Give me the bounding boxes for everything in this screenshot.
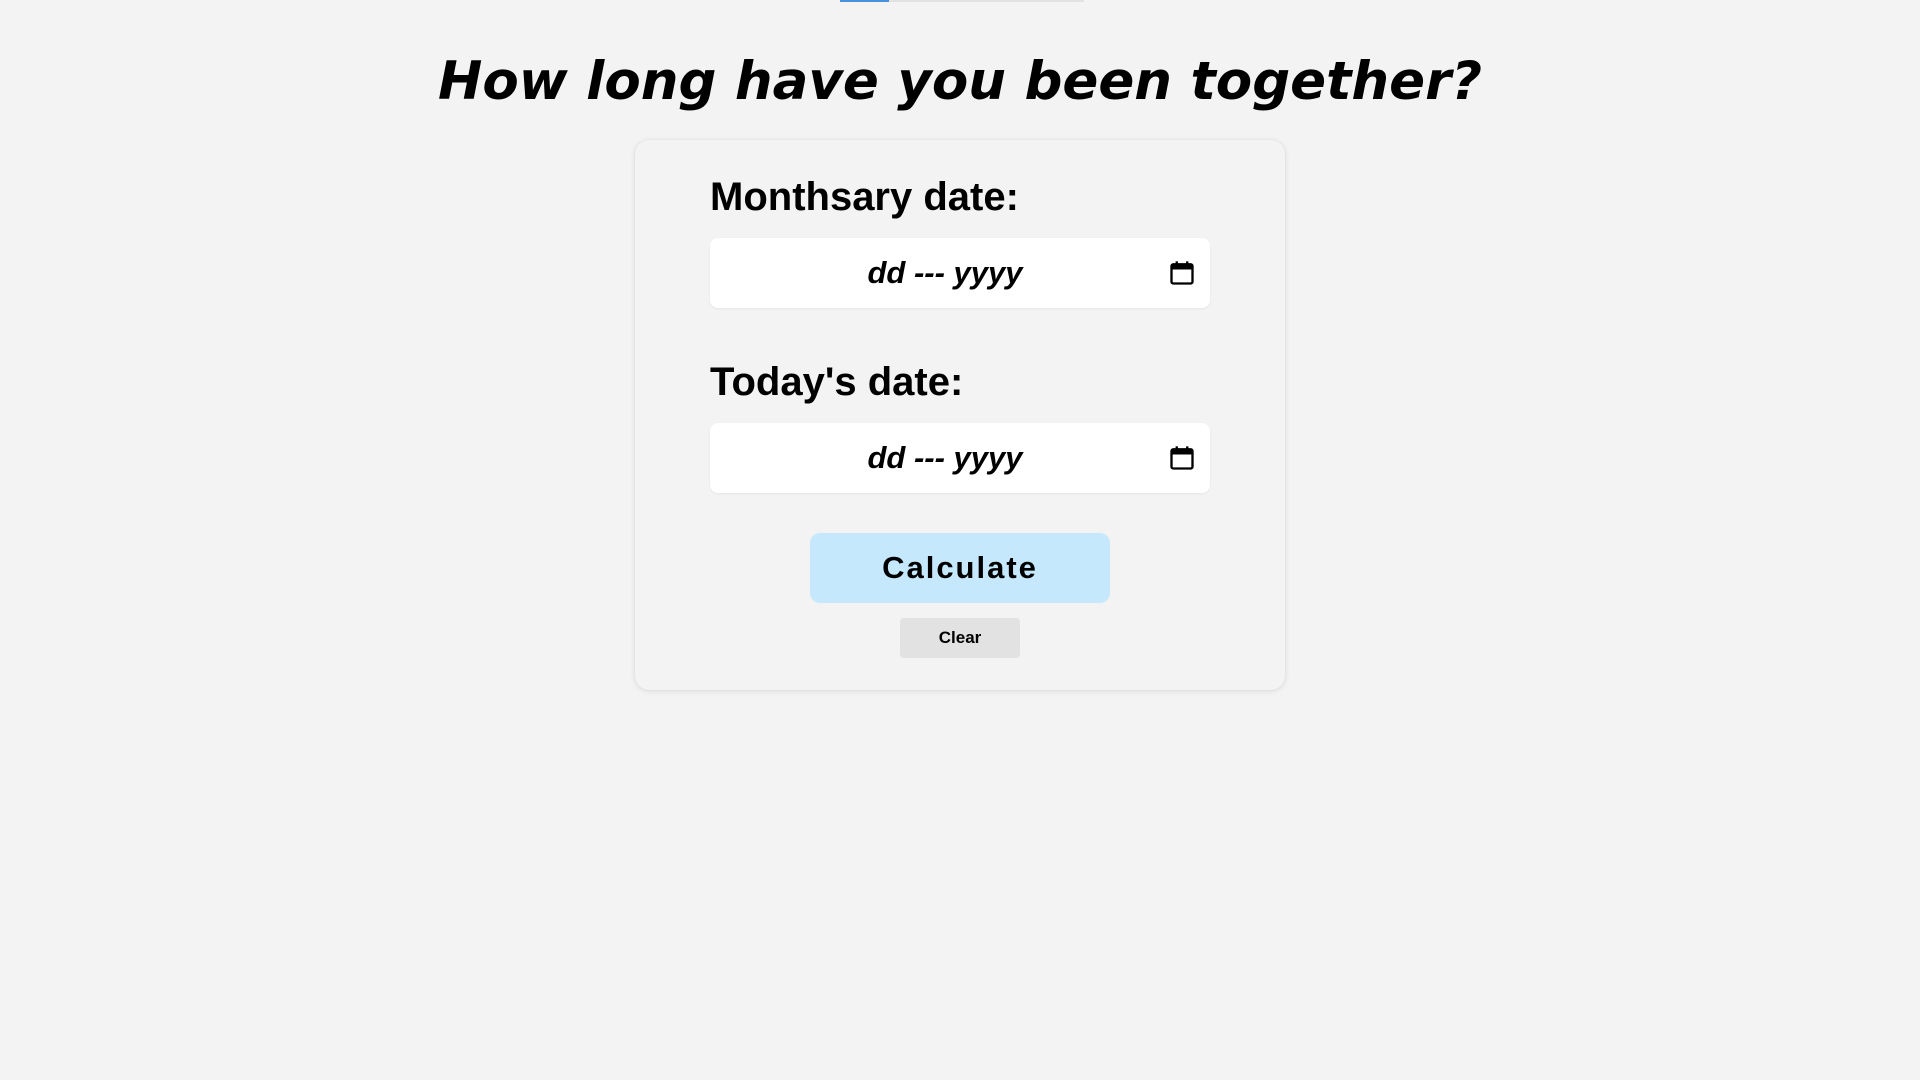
monthsary-date-label: Monthsary date: bbox=[710, 175, 1019, 219]
top-progress-fill bbox=[840, 0, 889, 2]
top-progress-bar bbox=[840, 0, 1084, 2]
calendar-icon[interactable] bbox=[1168, 444, 1196, 472]
monthsary-date-placeholder: dd --- yyyy bbox=[867, 255, 1023, 290]
page-title: How long have you been together? bbox=[437, 51, 1482, 112]
monthsary-date-input[interactable]: dd --- yyyy bbox=[710, 238, 1210, 308]
todays-date-label: Today's date: bbox=[710, 360, 964, 404]
date-form-card: Monthsary date: dd --- yyyy Today's date… bbox=[635, 140, 1285, 690]
calendar-icon[interactable] bbox=[1168, 259, 1196, 287]
clear-button[interactable]: Clear bbox=[900, 618, 1020, 658]
todays-date-placeholder: dd --- yyyy bbox=[867, 440, 1023, 475]
todays-date-input[interactable]: dd --- yyyy bbox=[710, 423, 1210, 493]
calculate-button[interactable]: Calculate bbox=[810, 533, 1110, 603]
